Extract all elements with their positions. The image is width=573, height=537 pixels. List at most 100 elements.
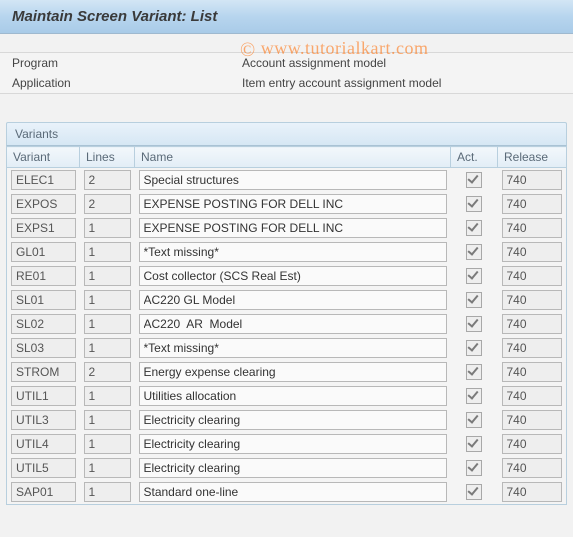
name-field[interactable] [139,194,447,214]
name-field[interactable] [139,338,447,358]
release-field[interactable] [502,362,563,382]
name-field[interactable] [139,410,447,430]
program-label: Program [12,56,242,70]
lines-field[interactable] [84,218,131,238]
lines-field[interactable] [84,386,131,406]
table-row[interactable] [7,480,567,505]
variants-table: Variant Lines Name Act. Release [6,146,567,505]
col-header-release[interactable]: Release [498,147,567,168]
variant-field[interactable] [11,458,76,478]
lines-field[interactable] [84,458,131,478]
name-field[interactable] [139,434,447,454]
active-checkbox[interactable] [466,460,482,476]
variant-field[interactable] [11,266,76,286]
table-row[interactable] [7,312,567,336]
table-row[interactable] [7,456,567,480]
variants-section-title: Variants [6,122,567,146]
lines-field[interactable] [84,410,131,430]
variant-field[interactable] [11,314,76,334]
name-field[interactable] [139,170,447,190]
variant-field[interactable] [11,290,76,310]
info-block: Program Account assignment model Applica… [0,52,573,94]
table-row[interactable] [7,288,567,312]
lines-field[interactable] [84,338,131,358]
table-row[interactable] [7,264,567,288]
variant-field[interactable] [11,338,76,358]
active-checkbox[interactable] [466,268,482,284]
lines-field[interactable] [84,266,131,286]
name-field[interactable] [139,290,447,310]
col-header-name[interactable]: Name [135,147,451,168]
application-label: Application [12,76,242,90]
name-field[interactable] [139,266,447,286]
variant-field[interactable] [11,386,76,406]
lines-field[interactable] [84,314,131,334]
release-field[interactable] [502,170,563,190]
lines-field[interactable] [84,170,131,190]
active-checkbox[interactable] [466,316,482,332]
lines-field[interactable] [84,290,131,310]
variant-field[interactable] [11,194,76,214]
active-checkbox[interactable] [466,220,482,236]
name-field[interactable] [139,482,447,502]
release-field[interactable] [502,194,563,214]
active-checkbox[interactable] [466,196,482,212]
col-header-act[interactable]: Act. [451,147,498,168]
release-field[interactable] [502,386,563,406]
active-checkbox[interactable] [466,340,482,356]
variants-section: Variants Variant Lines Name Act. Release [0,122,573,511]
name-field[interactable] [139,314,447,334]
release-field[interactable] [502,434,563,454]
lines-field[interactable] [84,482,131,502]
variant-field[interactable] [11,362,76,382]
release-field[interactable] [502,314,563,334]
lines-field[interactable] [84,362,131,382]
variant-field[interactable] [11,170,76,190]
title-bar: Maintain Screen Variant: List [0,0,573,34]
lines-field[interactable] [84,434,131,454]
table-row[interactable] [7,336,567,360]
release-field[interactable] [502,218,563,238]
active-checkbox[interactable] [466,292,482,308]
col-header-lines[interactable]: Lines [80,147,135,168]
table-row[interactable] [7,360,567,384]
release-field[interactable] [502,410,563,430]
table-row[interactable] [7,192,567,216]
variant-field[interactable] [11,410,76,430]
active-checkbox[interactable] [466,364,482,380]
table-row[interactable] [7,408,567,432]
table-row[interactable] [7,216,567,240]
program-value: Account assignment model [242,56,386,70]
variant-field[interactable] [11,218,76,238]
lines-field[interactable] [84,242,131,262]
col-header-variant[interactable]: Variant [7,147,80,168]
lines-field[interactable] [84,194,131,214]
active-checkbox[interactable] [466,388,482,404]
active-checkbox[interactable] [466,412,482,428]
application-value: Item entry account assignment model [242,76,441,90]
release-field[interactable] [502,242,563,262]
variant-field[interactable] [11,242,76,262]
name-field[interactable] [139,218,447,238]
release-field[interactable] [502,338,563,358]
release-field[interactable] [502,458,563,478]
variant-field[interactable] [11,434,76,454]
active-checkbox[interactable] [466,436,482,452]
active-checkbox[interactable] [466,484,482,500]
table-row[interactable] [7,168,567,193]
active-checkbox[interactable] [466,172,482,188]
name-field[interactable] [139,362,447,382]
table-row[interactable] [7,384,567,408]
name-field[interactable] [139,242,447,262]
active-checkbox[interactable] [466,244,482,260]
variant-field[interactable] [11,482,76,502]
table-row[interactable] [7,432,567,456]
release-field[interactable] [502,482,563,502]
page-title: Maintain Screen Variant: List [12,8,561,25]
table-row[interactable] [7,240,567,264]
name-field[interactable] [139,458,447,478]
release-field[interactable] [502,290,563,310]
table-header-row: Variant Lines Name Act. Release [7,147,567,168]
name-field[interactable] [139,386,447,406]
release-field[interactable] [502,266,563,286]
